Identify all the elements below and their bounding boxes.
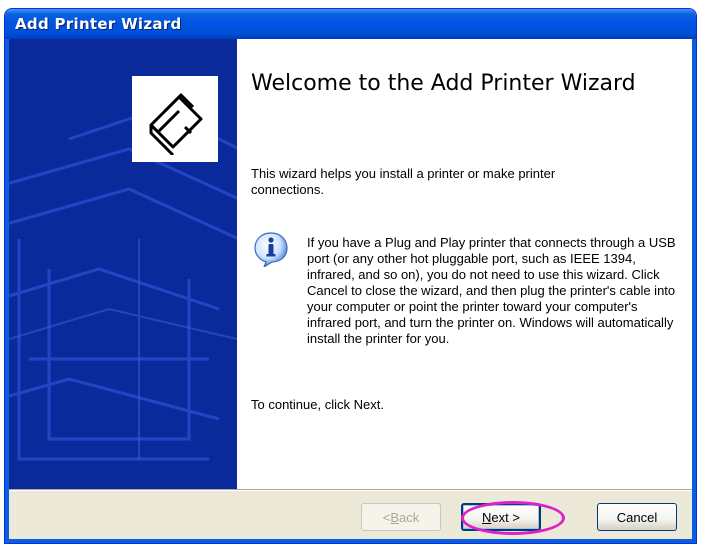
back-button-prefix: <: [382, 509, 391, 525]
back-button[interactable]: < Back: [361, 503, 441, 531]
button-area-separator-highlight: [9, 490, 692, 491]
window-frame-left: [5, 39, 9, 543]
title-bar[interactable]: Add Printer Wizard: [5, 9, 696, 39]
window-title: Add Printer Wizard: [15, 15, 182, 33]
back-button-label-rest: ack: [399, 509, 420, 525]
back-button-accesskey: B: [390, 509, 400, 525]
wizard-content: Welcome to the Add Printer Wizard This w…: [237, 39, 694, 489]
continue-instruction: To continue, click Next.: [251, 397, 384, 412]
page-title: Welcome to the Add Printer Wizard: [251, 71, 636, 96]
intro-text: This wizard helps you install a printer …: [251, 166, 556, 197]
window-frame-bottom: [5, 539, 696, 543]
next-button[interactable]: Next >: [461, 503, 541, 531]
wizard-window: Add Printer Wizard Welcome to the Add Pr…: [4, 8, 697, 544]
printer-icon: [149, 93, 203, 155]
plug-and-play-info-text: If you have a Plug and Play printer that…: [307, 235, 676, 346]
cancel-button[interactable]: Cancel: [597, 503, 677, 531]
window-frame-right: [692, 39, 696, 543]
wizard-sidebar-banner: [9, 39, 237, 489]
next-button-accesskey: N: [482, 509, 492, 525]
next-button-label-rest: ext >: [491, 509, 520, 525]
info-icon: [254, 232, 288, 267]
wizard-printer-icon-box: [132, 76, 218, 162]
